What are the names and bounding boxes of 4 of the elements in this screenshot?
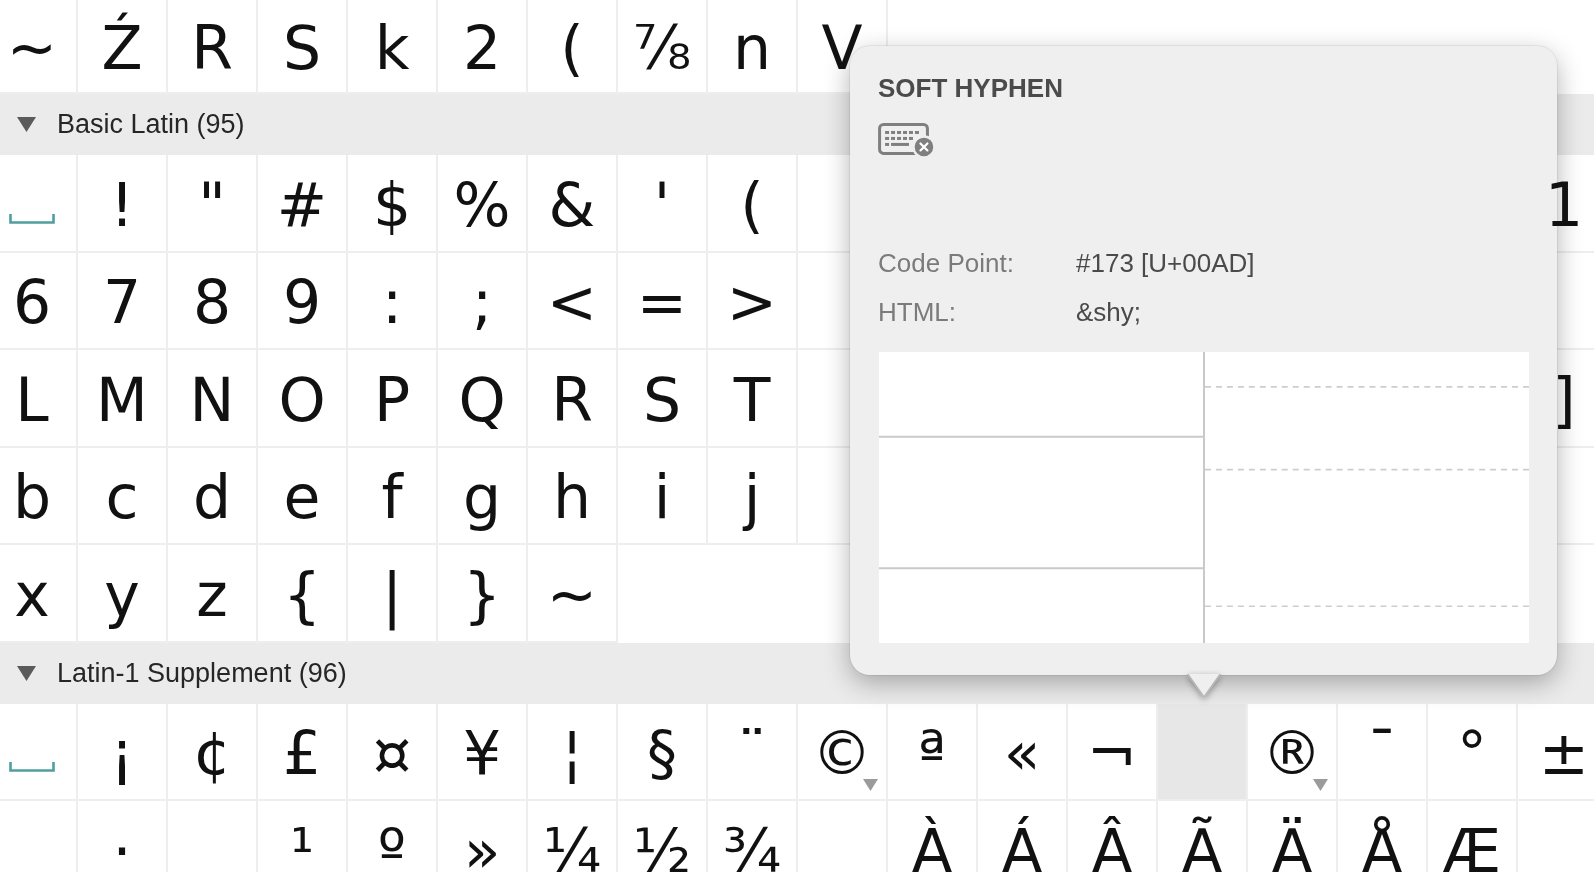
field-label: HTML: bbox=[878, 296, 957, 327]
field-value: #173 [U+00AD] bbox=[1076, 247, 1255, 278]
field-value: &shy; bbox=[1076, 296, 1143, 327]
field-label: Code Point: bbox=[878, 247, 1015, 278]
